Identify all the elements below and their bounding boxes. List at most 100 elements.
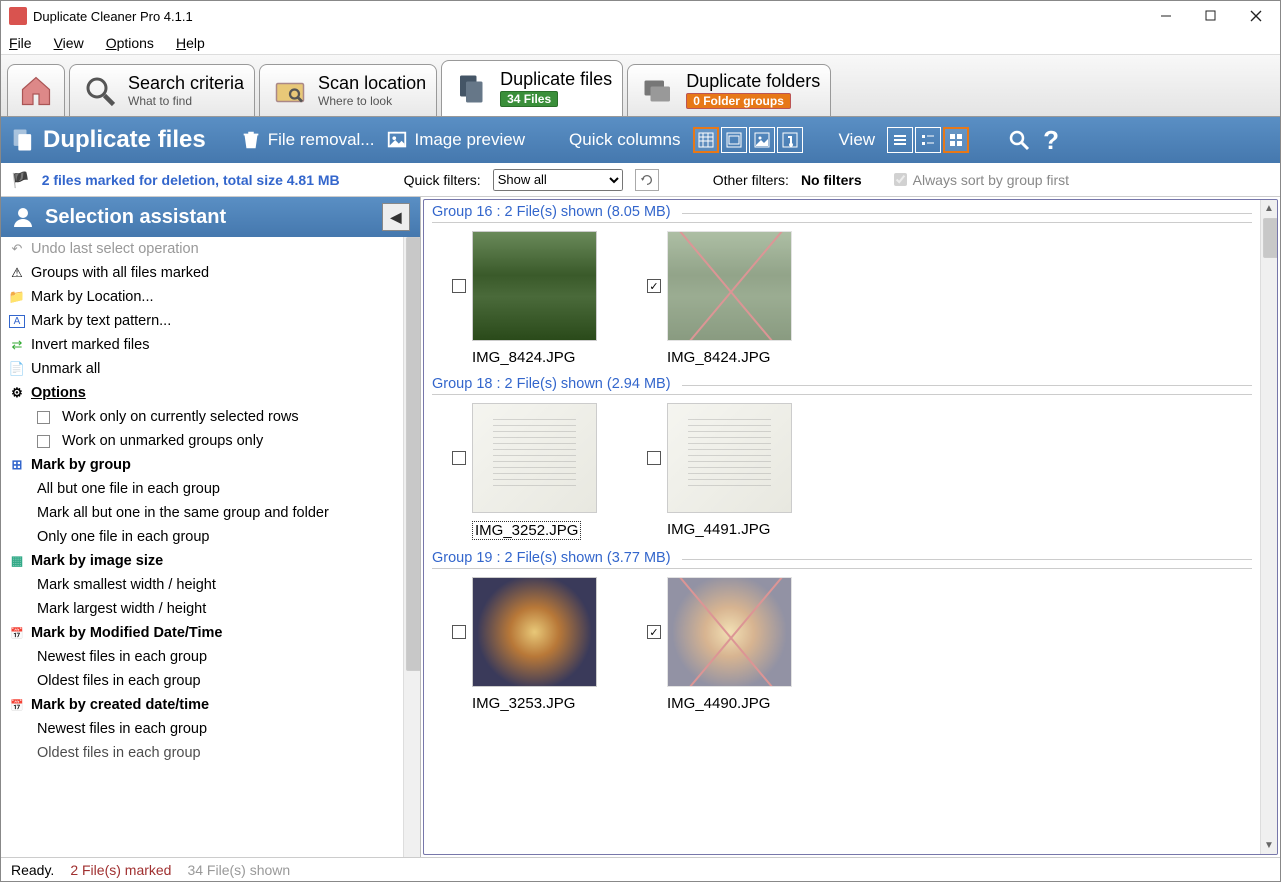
undo-last-select[interactable]: ↶Undo last select operation: [1, 237, 403, 261]
file-thumbnail[interactable]: [472, 231, 597, 341]
status-ready: Ready.: [11, 862, 54, 878]
search-icon[interactable]: [1007, 128, 1031, 152]
files-icon: [452, 69, 492, 109]
view-thumbs-icon[interactable]: [943, 127, 969, 153]
warning-icon: ⚠: [9, 265, 25, 281]
tab-label: Scan location: [318, 73, 426, 94]
file-name: IMG_4490.JPG: [667, 695, 770, 712]
menu-options[interactable]: Options: [106, 35, 154, 51]
mark-by-location[interactable]: 📁Mark by Location...: [1, 285, 403, 309]
menu-view[interactable]: View: [54, 35, 84, 51]
file-checkbox[interactable]: [452, 451, 466, 465]
tab-scan-location[interactable]: Scan location Where to look: [259, 64, 437, 116]
invert-marked[interactable]: ⇄Invert marked files: [1, 333, 403, 357]
file-item[interactable]: IMG_4490.JPG: [647, 577, 792, 712]
file-name: IMG_8424.JPG: [472, 349, 575, 366]
close-button[interactable]: [1233, 2, 1278, 30]
tab-home[interactable]: [7, 64, 65, 116]
file-item[interactable]: IMG_3253.JPG: [452, 577, 597, 712]
collapse-sidebar-button[interactable]: ◀: [382, 203, 410, 231]
options-header[interactable]: ⚙Options: [1, 381, 403, 405]
file-item[interactable]: IMG_4491.JPG: [647, 403, 792, 540]
bc-oldest[interactable]: Oldest files in each group: [1, 741, 403, 765]
app-icon: [9, 7, 27, 25]
maximize-button[interactable]: [1188, 2, 1233, 30]
file-item[interactable]: IMG_8424.JPG: [647, 231, 792, 366]
file-thumbnail[interactable]: [667, 577, 792, 687]
sidebar-scrollbar[interactable]: [403, 237, 420, 857]
file-thumbnail[interactable]: [472, 403, 597, 513]
mark-by-image-header: ▦Mark by image size: [1, 549, 403, 573]
unmark-all[interactable]: 📄Unmark all: [1, 357, 403, 381]
bg-all-but-one[interactable]: All but one file in each group: [1, 477, 403, 501]
opt-unmarked-groups[interactable]: Work on unmarked groups only: [1, 429, 403, 453]
menubar: File View Options Help: [1, 31, 1280, 55]
bm-newest[interactable]: Newest files in each group: [1, 645, 403, 669]
sidebar-header: Selection assistant ◀: [1, 197, 420, 237]
content-area: Group 16 : 2 File(s) shown (8.05 MB)IMG_…: [423, 199, 1278, 855]
image-preview-button[interactable]: Image preview: [386, 129, 525, 151]
column-image-icon[interactable]: [749, 127, 775, 153]
bi-largest[interactable]: Mark largest width / height: [1, 597, 403, 621]
column-audio-icon[interactable]: [777, 127, 803, 153]
file-thumbnail[interactable]: [472, 577, 597, 687]
calendar-icon: 📅: [9, 627, 25, 640]
view-details-icon[interactable]: [915, 127, 941, 153]
menu-help[interactable]: Help: [176, 35, 205, 51]
file-item[interactable]: IMG_3252.JPG: [452, 403, 597, 540]
mark-by-created-header: 📅Mark by created date/time: [1, 693, 403, 717]
magnifier-icon: [80, 71, 120, 111]
help-icon[interactable]: ?: [1043, 125, 1059, 156]
quick-filter-select[interactable]: Show all: [493, 169, 623, 191]
tab-sublabel: Where to look: [318, 94, 426, 108]
tab-duplicate-files[interactable]: Duplicate files 34 Files: [441, 60, 623, 116]
home-icon: [18, 71, 54, 111]
no-filters-text: No filters: [801, 172, 862, 188]
file-thumbnail[interactable]: [667, 403, 792, 513]
mark-by-modified-header: 📅Mark by Modified Date/Time: [1, 621, 403, 645]
file-thumbnail[interactable]: [667, 231, 792, 341]
file-checkbox[interactable]: [452, 625, 466, 639]
bg-all-but-one-folder[interactable]: Mark all but one in the same group and f…: [1, 501, 403, 525]
tab-search-criteria[interactable]: Search criteria What to find: [69, 64, 255, 116]
menu-file[interactable]: File: [9, 35, 32, 51]
bm-oldest[interactable]: Oldest files in each group: [1, 669, 403, 693]
group-header: Group 19 : 2 File(s) shown (3.77 MB): [432, 550, 1252, 569]
always-sort-checkbox[interactable]: [894, 173, 907, 186]
mark-by-pattern[interactable]: AMark by text pattern...: [1, 309, 403, 333]
status-marked: 2 File(s) marked: [70, 862, 171, 878]
bc-newest[interactable]: Newest files in each group: [1, 717, 403, 741]
view-list-icon[interactable]: [887, 127, 913, 153]
tab-label: Duplicate folders: [686, 71, 820, 92]
content-scrollbar[interactable]: ▲ ▼: [1260, 200, 1277, 854]
bg-only-one[interactable]: Only one file in each group: [1, 525, 403, 549]
toolbar: Duplicate files File removal... Image pr…: [1, 117, 1280, 163]
refresh-filter-button[interactable]: [635, 169, 659, 191]
tab-sublabel: What to find: [128, 94, 244, 108]
scroll-down-arrow[interactable]: ▼: [1261, 837, 1277, 854]
bi-smallest[interactable]: Mark smallest width / height: [1, 573, 403, 597]
column-window-icon[interactable]: [721, 127, 747, 153]
file-checkbox[interactable]: [452, 279, 466, 293]
file-checkbox[interactable]: [647, 625, 661, 639]
file-checkbox[interactable]: [647, 451, 661, 465]
groups-all-marked[interactable]: ⚠Groups with all files marked: [1, 261, 403, 285]
file-group: Group 16 : 2 File(s) shown (8.05 MB)IMG_…: [432, 204, 1252, 366]
file-checkbox[interactable]: [647, 279, 661, 293]
file-removal-button[interactable]: File removal...: [240, 129, 375, 151]
tab-duplicate-folders[interactable]: Duplicate folders 0 Folder groups: [627, 64, 831, 116]
opt-selected-rows[interactable]: Work only on currently selected rows: [1, 405, 403, 429]
tab-label: Duplicate files: [500, 69, 612, 90]
mark-by-group-header: ⊞Mark by group: [1, 453, 403, 477]
tab-badge: 0 Folder groups: [686, 93, 791, 109]
minimize-button[interactable]: [1143, 2, 1188, 30]
other-filters-label: Other filters:: [713, 172, 789, 188]
person-icon: [11, 205, 35, 229]
file-name: IMG_4491.JPG: [667, 521, 770, 538]
group-header: Group 18 : 2 File(s) shown (2.94 MB): [432, 376, 1252, 395]
scroll-up-arrow[interactable]: ▲: [1261, 200, 1277, 217]
filterbar: 🏴 2 files marked for deletion, total siz…: [1, 163, 1280, 197]
file-item[interactable]: IMG_8424.JPG: [452, 231, 597, 366]
column-grid-icon[interactable]: [693, 127, 719, 153]
flag-icon: 🏴: [11, 171, 30, 189]
